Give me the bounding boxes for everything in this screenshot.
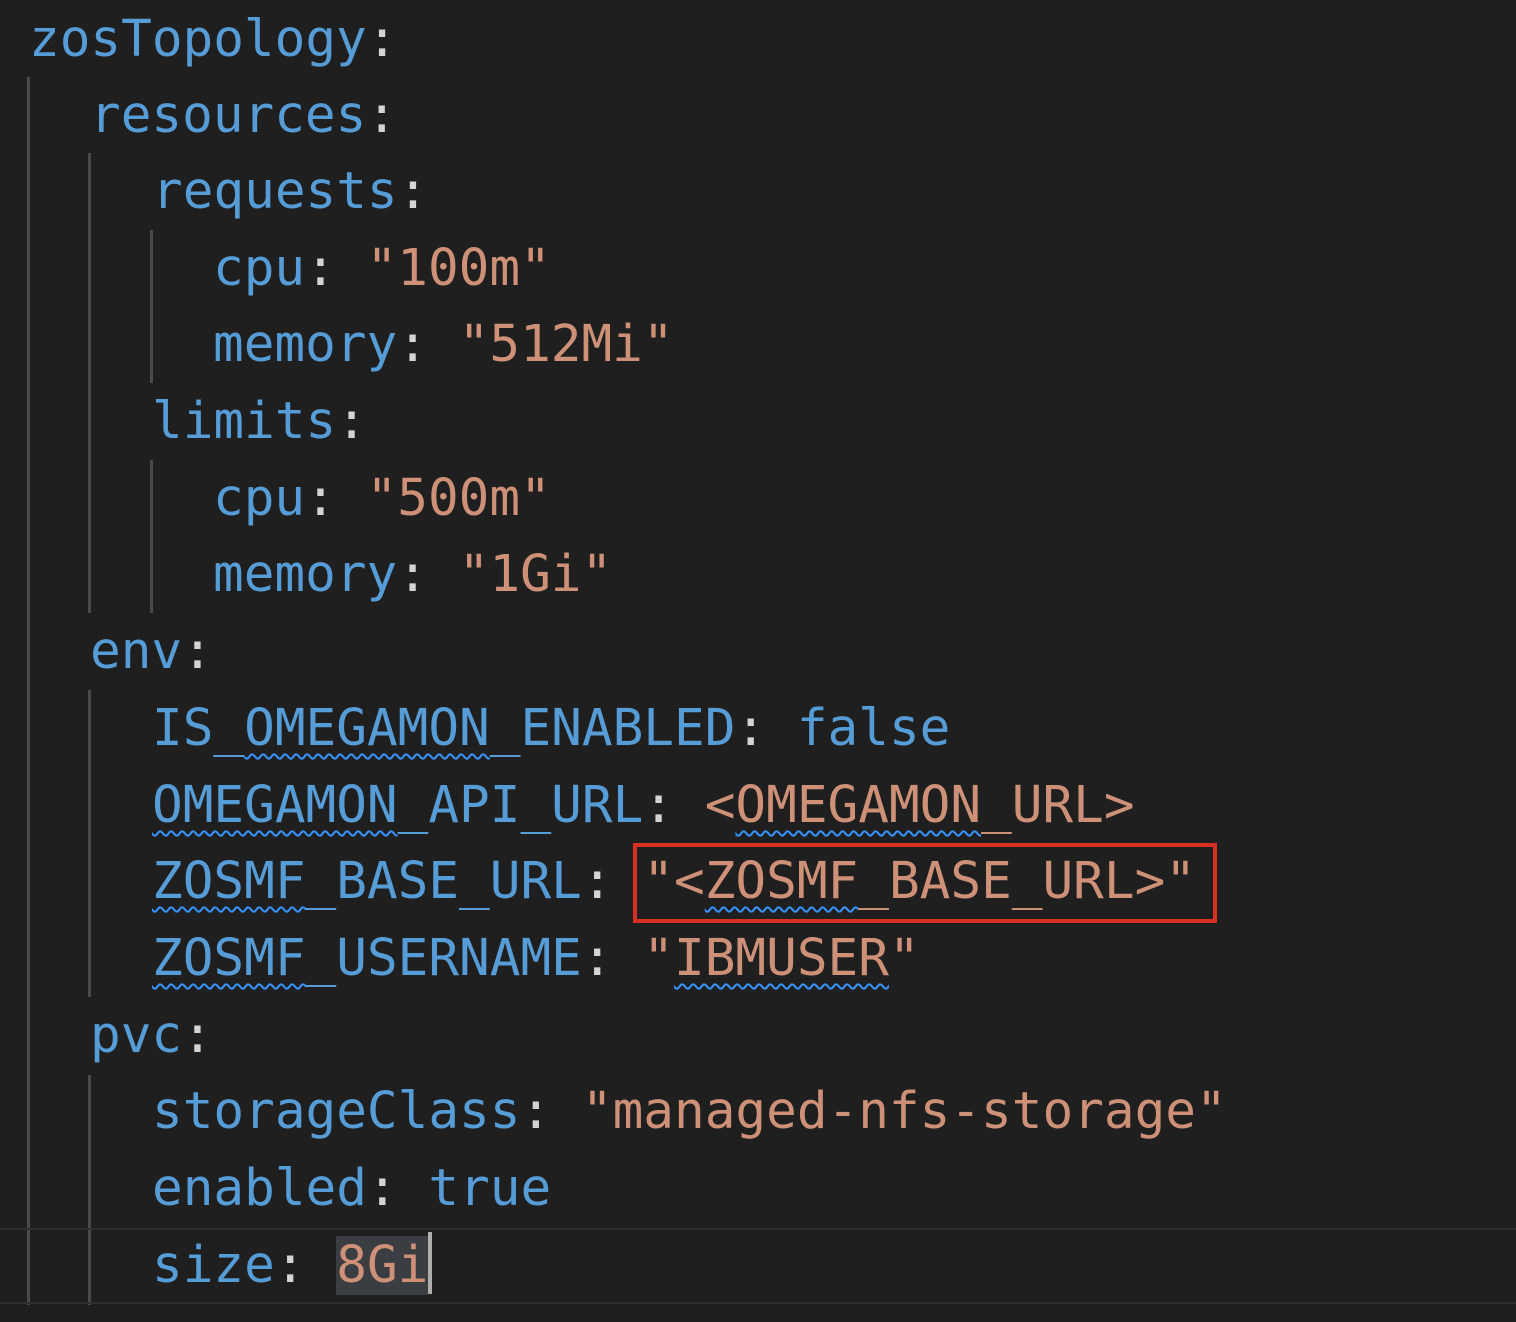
yaml-value-part: "	[643, 929, 675, 988]
code-line[interactable]: cpu: "500m"	[213, 460, 551, 537]
code-line[interactable]: pvc:	[90, 997, 213, 1074]
yaml-colon: :	[520, 1082, 582, 1141]
yaml-colon: :	[366, 10, 398, 69]
yaml-value-part: <	[704, 776, 736, 835]
yaml-key-part: _ENABLED	[489, 699, 736, 758]
spelling-squiggle-word[interactable]: OMEGAMON	[735, 776, 981, 835]
yaml-colon: :	[397, 545, 459, 604]
yaml-key: memory	[213, 315, 398, 374]
yaml-key: requests	[152, 162, 398, 221]
yaml-key: memory	[213, 545, 398, 604]
spelling-squiggle-word[interactable]: ZOSMF	[152, 852, 306, 911]
code-line[interactable]: storageClass: "managed-nfs-storage"	[152, 1073, 1227, 1150]
code-line[interactable]: memory: "1Gi"	[213, 536, 612, 613]
code-line[interactable]: env:	[90, 613, 213, 690]
yaml-colon: :	[581, 929, 644, 988]
spelling-squiggle-word[interactable]: IBMUSER	[674, 929, 889, 988]
yaml-colon: :	[336, 392, 367, 451]
yaml-colon: :	[274, 1236, 337, 1295]
code-line[interactable]: requests:	[152, 153, 428, 230]
selected-value[interactable]: 8Gi	[336, 1236, 429, 1295]
code-line[interactable]: resources:	[90, 77, 397, 154]
yaml-colon: :	[182, 622, 213, 681]
yaml-colon: :	[735, 699, 797, 758]
yaml-key: zosTopology	[29, 10, 367, 69]
code-line[interactable]: enabled: true	[152, 1150, 551, 1227]
yaml-string-value: "512Mi"	[458, 315, 674, 374]
yaml-key: cpu	[213, 469, 306, 528]
yaml-key-part: _USERNAME	[305, 929, 582, 988]
yaml-key: storageClass	[152, 1082, 521, 1141]
yaml-string-value: "managed-nfs-storage"	[581, 1082, 1227, 1141]
yaml-colon: :	[397, 162, 429, 221]
code-line[interactable]: OMEGAMON_API_URL: <OMEGAMON_URL>	[152, 767, 1135, 844]
yaml-string-value: "500m"	[366, 469, 551, 528]
yaml-colon: :	[305, 469, 367, 528]
spelling-squiggle-word[interactable]: ZOSMF	[152, 929, 306, 988]
yaml-key: pvc	[90, 1006, 183, 1065]
yaml-value-part: "	[888, 929, 920, 988]
yaml-key: limits	[152, 392, 337, 451]
yaml-key-part: IS_	[152, 699, 245, 758]
code-line[interactable]: cpu: "100m"	[213, 230, 551, 307]
yaml-colon: :	[366, 86, 398, 145]
indent-guide	[27, 77, 30, 1305]
yaml-key: resources	[90, 86, 367, 145]
indent-guide	[88, 153, 91, 613]
yaml-key: cpu	[213, 239, 306, 298]
code-line[interactable]: zosTopology:	[29, 1, 397, 78]
yaml-key: env	[90, 622, 183, 681]
code-line[interactable]: IS_OMEGAMON_ENABLED: false	[152, 690, 950, 767]
yaml-colon: :	[643, 776, 705, 835]
annotation-highlight-box	[633, 843, 1217, 923]
text-cursor	[428, 1232, 433, 1294]
indent-guide	[88, 690, 91, 997]
spelling-squiggle-word[interactable]: OMEGAMON	[244, 699, 490, 758]
yaml-value-part: _URL>	[981, 776, 1135, 835]
code-line[interactable]: limits:	[152, 383, 367, 460]
yaml-colon: :	[182, 1006, 213, 1065]
yaml-boolean-value: true	[428, 1159, 552, 1218]
code-editor[interactable]: zosTopology: resources: requests: cpu: "…	[0, 0, 1516, 1322]
indent-guide	[150, 230, 153, 383]
yaml-key: enabled	[152, 1159, 367, 1218]
yaml-colon: :	[397, 315, 459, 374]
code-line[interactable]: ZOSMF_USERNAME: "IBMUSER"	[152, 920, 920, 997]
yaml-string-value: "100m"	[366, 239, 551, 298]
yaml-key-part: _API_URL	[397, 776, 644, 835]
spelling-squiggle-word[interactable]: OMEGAMON	[152, 776, 398, 835]
code-line[interactable]: size: 8Gi	[152, 1227, 433, 1304]
yaml-boolean-value: false	[796, 699, 951, 758]
yaml-colon: :	[366, 1159, 429, 1218]
yaml-key: size	[152, 1236, 275, 1295]
code-line[interactable]: memory: "512Mi"	[213, 306, 674, 383]
yaml-key-part: _BASE_URL	[305, 852, 582, 911]
indent-guide	[150, 460, 153, 613]
yaml-string-value: "1Gi"	[458, 545, 613, 604]
yaml-colon: :	[305, 239, 367, 298]
